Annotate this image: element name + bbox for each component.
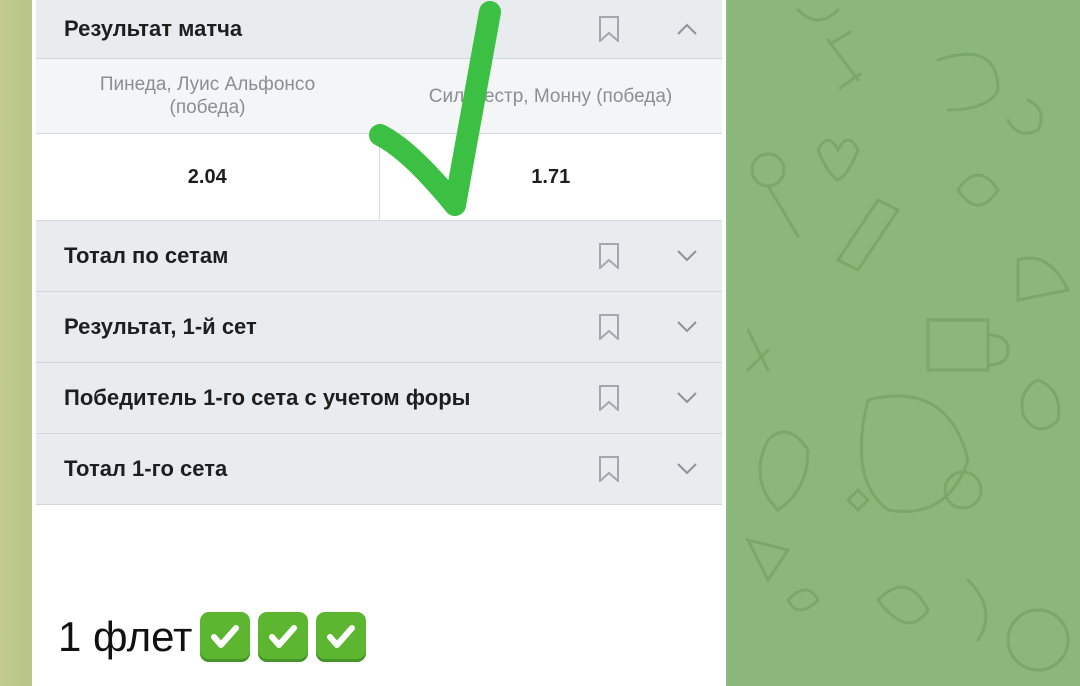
outcome-name-player-1: Пинеда, Луис Альфонсо (победа) xyxy=(99,74,316,118)
chevron-down-icon[interactable] xyxy=(676,320,698,334)
chevron-down-icon[interactable] xyxy=(676,391,698,405)
odds-button-player-2[interactable]: 1.71 xyxy=(380,134,723,220)
check-mark-emoji-icon xyxy=(316,612,367,662)
market-title: Тотал 1-го сета xyxy=(64,456,228,481)
market-header-set1-total[interactable]: Тотал 1-го сета xyxy=(36,434,722,505)
outcome-name-player-2: Сильвестр, Монну (победа) xyxy=(428,85,673,107)
betting-markets-screenshot: Результат матча Пинеда, Луис Альфонсо (п… xyxy=(36,0,722,505)
bookmark-icon[interactable] xyxy=(598,385,620,411)
market-title: Победитель 1-го сета с учетом форы xyxy=(64,385,471,410)
bookmark-icon[interactable] xyxy=(598,243,620,269)
odds-row: 2.04 1.71 xyxy=(36,134,722,221)
bookmark-icon[interactable] xyxy=(598,314,620,340)
market-title: Результат матча xyxy=(64,16,243,41)
doodle-pattern xyxy=(745,8,1071,672)
chevron-down-icon[interactable] xyxy=(676,462,698,476)
market-header-total-sets[interactable]: Тотал по сетам xyxy=(36,221,722,292)
chevron-up-icon[interactable] xyxy=(676,22,698,36)
message-caption: 1 флет xyxy=(58,612,367,662)
bookmark-icon[interactable] xyxy=(598,456,620,482)
market-header-set1-handicap[interactable]: Победитель 1-го сета с учетом форы xyxy=(36,363,722,434)
market-header-match-result[interactable]: Результат матча xyxy=(36,0,722,59)
outcome-names-row: Пинеда, Луис Альфонсо (победа) Сильвестр… xyxy=(36,59,722,134)
chat-background xyxy=(728,0,1080,686)
chat-background-left xyxy=(0,0,32,686)
caption-text: 1 флет xyxy=(58,613,193,660)
market-header-set1-result[interactable]: Результат, 1-й сет xyxy=(36,292,722,363)
chevron-down-icon[interactable] xyxy=(676,249,698,263)
market-title: Результат, 1-й сет xyxy=(64,314,257,339)
market-title: Тотал по сетам xyxy=(64,243,229,268)
odds-button-player-1[interactable]: 2.04 xyxy=(36,134,380,220)
chat-message-bubble: Результат матча Пинеда, Луис Альфонсо (п… xyxy=(32,0,726,686)
check-mark-emoji-icon xyxy=(200,612,251,662)
check-mark-emoji-icon xyxy=(258,612,309,662)
bookmark-icon[interactable] xyxy=(598,16,620,42)
